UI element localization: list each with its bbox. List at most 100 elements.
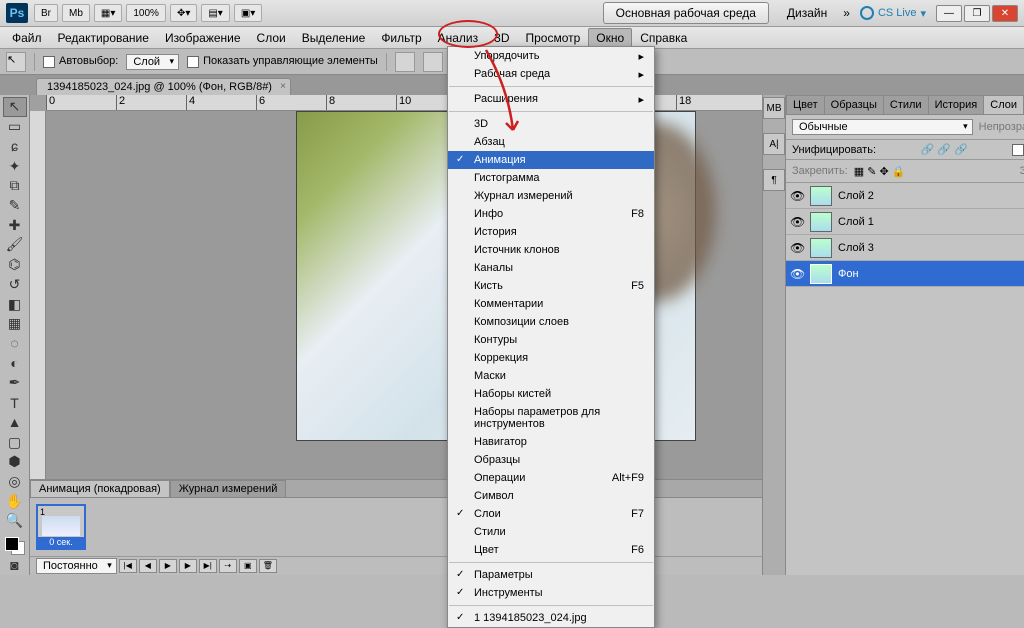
dd-masks[interactable]: Маски bbox=[448, 367, 654, 385]
dd-character[interactable]: Символ bbox=[448, 487, 654, 505]
dd-extensions[interactable]: Расширения▸ bbox=[448, 90, 654, 108]
menu-select[interactable]: Выделение bbox=[294, 28, 374, 48]
menu-window[interactable]: Окно bbox=[588, 28, 632, 48]
visibility-icon[interactable]: 👁 bbox=[790, 189, 804, 203]
menu-analysis[interactable]: Анализ bbox=[430, 28, 487, 48]
marquee-tool[interactable]: ▭ bbox=[3, 117, 27, 137]
layer-row[interactable]: 👁Слой 2 bbox=[786, 183, 1024, 209]
tab-measure-log[interactable]: Журнал измерений bbox=[170, 480, 287, 497]
dd-brush[interactable]: КистьF5 bbox=[448, 277, 654, 295]
dd-options[interactable]: ✓Параметры bbox=[448, 566, 654, 584]
type-tool[interactable]: T bbox=[3, 393, 27, 413]
blend-mode-select[interactable]: Обычные bbox=[792, 119, 973, 135]
new-frame-button[interactable]: ▣ bbox=[239, 559, 257, 573]
screen-mode-button[interactable]: ▣▾ bbox=[234, 4, 262, 22]
dd-channels[interactable]: Каналы bbox=[448, 259, 654, 277]
3d-tool[interactable]: ⬢ bbox=[3, 452, 27, 472]
delete-frame-button[interactable]: 🗑 bbox=[259, 559, 277, 573]
dd-workspace[interactable]: Рабочая среда▸ bbox=[448, 65, 654, 83]
show-transform-controls-checkbox[interactable] bbox=[187, 56, 199, 68]
align-icon-2[interactable] bbox=[423, 52, 443, 72]
dd-swatches[interactable]: Образцы bbox=[448, 451, 654, 469]
minibridge-icon[interactable]: MB bbox=[763, 97, 785, 119]
minimize-button[interactable]: — bbox=[936, 5, 962, 22]
menu-help[interactable]: Справка bbox=[632, 28, 695, 48]
auto-select-checkbox[interactable] bbox=[43, 56, 55, 68]
character-panel-icon[interactable]: A| bbox=[763, 133, 785, 155]
crop-tool[interactable]: ⧉ bbox=[3, 176, 27, 196]
frame-duration[interactable]: 0 сек. bbox=[38, 537, 84, 548]
layer-row[interactable]: 👁Слой 1 bbox=[786, 209, 1024, 235]
maximize-button[interactable]: ❐ bbox=[964, 5, 990, 22]
menu-3d[interactable]: 3D bbox=[486, 28, 517, 48]
gradient-tool[interactable]: ▦ bbox=[3, 314, 27, 334]
workspace-switcher[interactable]: Основная рабочая среда bbox=[603, 2, 769, 24]
dd-navigator[interactable]: Навигатор bbox=[448, 433, 654, 451]
bridge-button[interactable]: Br bbox=[34, 4, 58, 22]
move-tool-preset-icon[interactable]: ↖ bbox=[6, 52, 26, 72]
more-workspaces[interactable]: » bbox=[843, 6, 850, 20]
layer-row[interactable]: 👁Слой 3 bbox=[786, 235, 1024, 261]
path-select-tool[interactable]: ▲ bbox=[3, 413, 27, 433]
menu-layers[interactable]: Слои bbox=[249, 28, 294, 48]
dd-3d[interactable]: 3D bbox=[448, 115, 654, 133]
dd-histogram[interactable]: Гистограмма bbox=[448, 169, 654, 187]
visibility-icon[interactable]: 👁 bbox=[790, 267, 804, 281]
close-tab-icon[interactable]: × bbox=[280, 81, 286, 92]
prev-frame-button[interactable]: ◀ bbox=[139, 559, 157, 573]
lock-icons[interactable]: ▦ ✎ ✥ 🔒 bbox=[854, 165, 906, 178]
play-button[interactable]: ▶ bbox=[159, 559, 177, 573]
zoom-tool[interactable]: 🔍 bbox=[3, 511, 27, 531]
stamp-tool[interactable]: ⌬ bbox=[3, 255, 27, 275]
tween-button[interactable]: ⇢ bbox=[219, 559, 237, 573]
document-tab[interactable]: 1394185023_024.jpg @ 100% (Фон, RGB/8#)× bbox=[36, 78, 291, 95]
dd-open-doc[interactable]: ✓1 1394185023_024.jpg bbox=[448, 609, 654, 627]
dodge-tool[interactable]: ◐ bbox=[3, 353, 27, 373]
dd-comments[interactable]: Комментарии bbox=[448, 295, 654, 313]
wand-tool[interactable]: ✦ bbox=[3, 156, 27, 176]
menu-file[interactable]: Файл bbox=[4, 28, 50, 48]
dd-info[interactable]: ИнфоF8 bbox=[448, 205, 654, 223]
quick-mask-button[interactable]: ◙ bbox=[3, 555, 27, 575]
healing-tool[interactable]: ✚ bbox=[3, 215, 27, 235]
dd-paths[interactable]: Контуры bbox=[448, 331, 654, 349]
window-close-button[interactable]: ✕ bbox=[992, 5, 1018, 22]
dd-arrange[interactable]: Упорядочить▸ bbox=[448, 47, 654, 65]
menu-edit[interactable]: Редактирование bbox=[50, 28, 157, 48]
dd-brushes[interactable]: Наборы кистей bbox=[448, 385, 654, 403]
propagate-checkbox[interactable] bbox=[1012, 144, 1024, 156]
animation-frame[interactable]: 1 0 сек. bbox=[36, 504, 86, 550]
last-frame-button[interactable]: ▶| bbox=[199, 559, 217, 573]
layer-row[interactable]: 👁Фон🔒 bbox=[786, 261, 1024, 287]
arrange-docs-button[interactable]: ▤▾ bbox=[201, 4, 229, 22]
tab-styles[interactable]: Стили bbox=[883, 95, 929, 114]
eraser-tool[interactable]: ◧ bbox=[3, 294, 27, 314]
loop-select[interactable]: Постоянно bbox=[36, 558, 117, 574]
minibridge-button[interactable]: Mb bbox=[62, 4, 90, 22]
foreground-background-colors[interactable] bbox=[5, 537, 25, 556]
auto-select-type[interactable]: Слой bbox=[126, 54, 179, 70]
3d-camera-tool[interactable]: ◎ bbox=[3, 472, 27, 492]
dd-history[interactable]: История bbox=[448, 223, 654, 241]
dd-styles[interactable]: Стили bbox=[448, 523, 654, 541]
menu-view[interactable]: Просмотр bbox=[517, 28, 588, 48]
blur-tool[interactable]: ◌ bbox=[3, 334, 27, 354]
tab-swatches[interactable]: Образцы bbox=[824, 95, 884, 114]
dd-clone-source[interactable]: Источник клонов bbox=[448, 241, 654, 259]
dd-paragraph[interactable]: Абзац bbox=[448, 133, 654, 151]
brush-tool[interactable]: 🖌 bbox=[3, 235, 27, 255]
hand-tool-button[interactable]: ✥▾ bbox=[170, 4, 197, 22]
tab-animation[interactable]: Анимация (покадровая) bbox=[30, 480, 170, 497]
first-frame-button[interactable]: |◀ bbox=[119, 559, 137, 573]
dd-tools-panel[interactable]: ✓Инструменты bbox=[448, 584, 654, 602]
hand-tool[interactable]: ✋ bbox=[3, 491, 27, 511]
menu-filter[interactable]: Фильтр bbox=[373, 28, 429, 48]
unify-icons[interactable]: 🔗 🔗 🔗 bbox=[921, 143, 968, 156]
dd-adjustments[interactable]: Коррекция bbox=[448, 349, 654, 367]
shape-tool[interactable]: ▢ bbox=[3, 432, 27, 452]
visibility-icon[interactable]: 👁 bbox=[790, 241, 804, 255]
dd-measure-log[interactable]: Журнал измерений bbox=[448, 187, 654, 205]
history-brush-tool[interactable]: ↺ bbox=[3, 274, 27, 294]
tab-history[interactable]: История bbox=[928, 95, 985, 114]
dd-animation[interactable]: ✓Анимация bbox=[448, 151, 654, 169]
